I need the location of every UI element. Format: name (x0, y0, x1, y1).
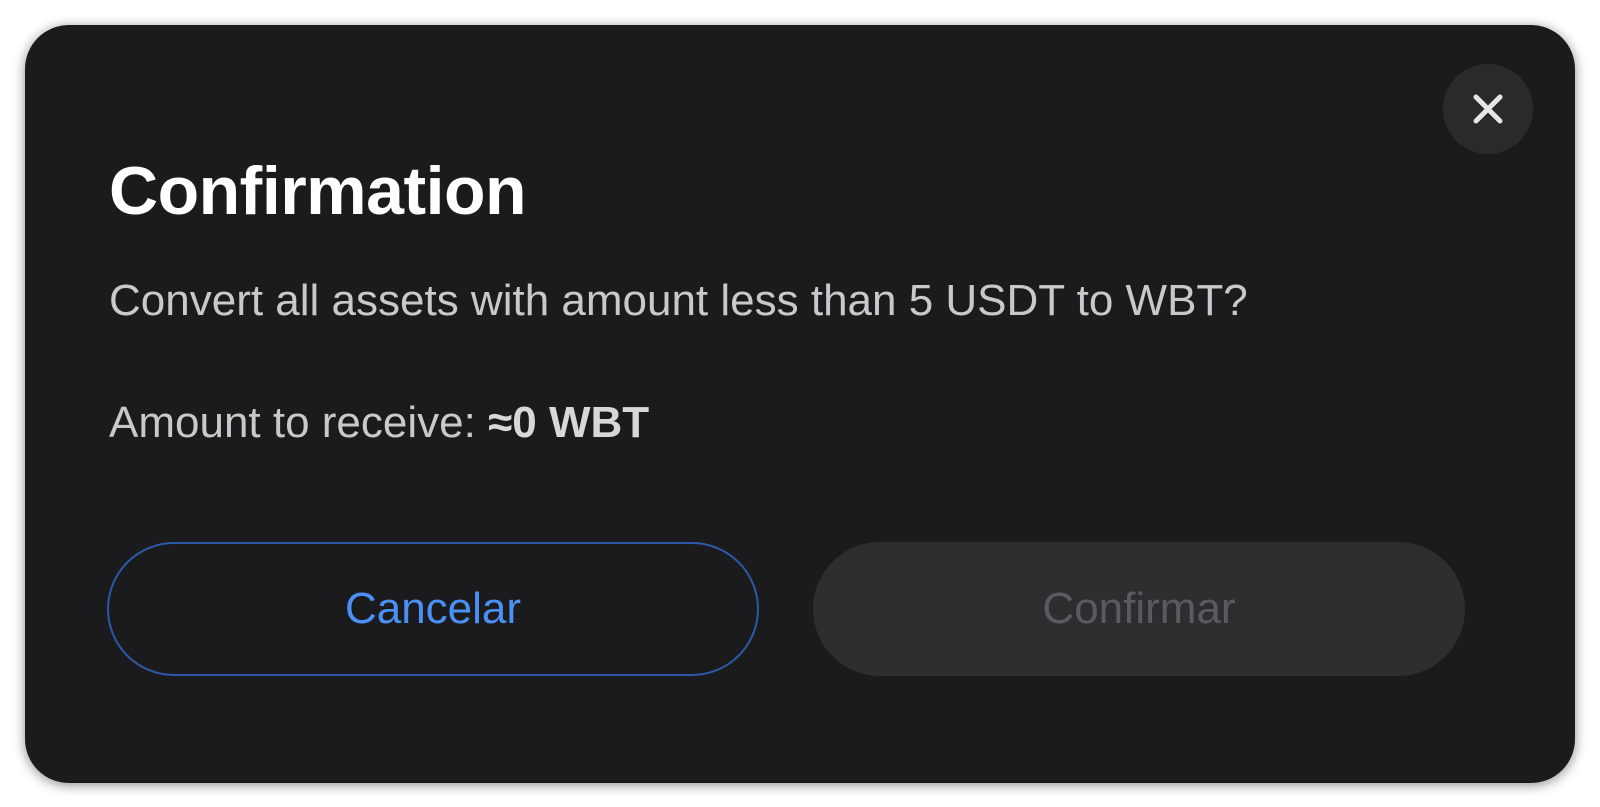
confirm-button[interactable]: Confirmar (813, 542, 1465, 676)
dialog-message: Convert all assets with amount less than… (109, 276, 1248, 325)
amount-value: ≈0 WBT (488, 398, 650, 447)
dialog-title: Confirmation (109, 153, 527, 229)
confirmation-dialog: Confirmation Convert all assets with amo… (25, 25, 1575, 783)
amount-to-receive: Amount to receive: ≈0 WBT (109, 395, 649, 451)
close-button[interactable] (1443, 64, 1533, 154)
cancel-button[interactable]: Cancelar (107, 542, 759, 676)
close-icon (1473, 94, 1503, 124)
amount-label: Amount to receive: (109, 398, 476, 447)
